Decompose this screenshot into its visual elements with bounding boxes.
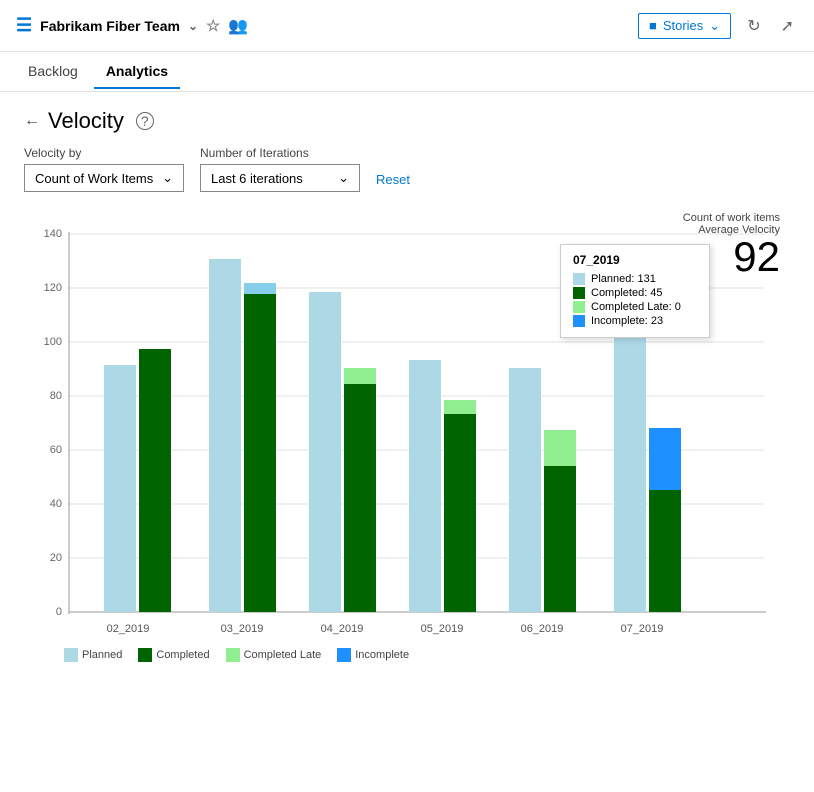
svg-text:20: 20 — [50, 552, 62, 564]
svg-text:03_2019: 03_2019 — [221, 623, 264, 635]
bar-06-planned — [509, 368, 541, 612]
tooltip-planned-label: Planned: 131 — [591, 273, 656, 285]
svg-text:120: 120 — [44, 282, 62, 294]
svg-text:80: 80 — [50, 390, 62, 402]
info-icon[interactable]: ? — [136, 112, 154, 130]
legend-completed-late-label: Completed Late — [244, 649, 322, 661]
team-chevron-icon[interactable]: ⌄ — [188, 19, 198, 33]
members-icon[interactable]: 👥 — [228, 16, 248, 36]
svg-text:60: 60 — [50, 444, 62, 456]
favorite-icon[interactable]: ☆ — [206, 16, 220, 36]
velocity-by-dropdown[interactable]: Count of Work Items ⌄ — [24, 164, 184, 192]
tooltip-planned-color — [573, 273, 585, 285]
iterations-group: Number of Iterations Last 6 iterations ⌄ — [200, 146, 360, 192]
team-name: Fabrikam Fiber Team — [40, 18, 180, 34]
bar-03-planned — [209, 259, 241, 612]
bar-02-completed — [139, 349, 171, 612]
svg-text:06_2019: 06_2019 — [521, 623, 564, 635]
legend-completed-label: Completed — [156, 649, 209, 661]
fullscreen-button[interactable]: ➚ — [777, 12, 798, 40]
tooltip-incomplete-label: Incomplete: 23 — [591, 315, 663, 327]
bar-04-completed-late — [344, 368, 376, 384]
legend-planned-color — [64, 648, 78, 662]
tooltip-planned-row: Planned: 131 — [573, 273, 697, 285]
svg-text:0: 0 — [56, 606, 62, 618]
chart-legend: Planned Completed Completed Late Incompl… — [24, 648, 790, 662]
iterations-value: Last 6 iterations — [211, 171, 303, 186]
velocity-by-group: Velocity by Count of Work Items ⌄ — [24, 146, 184, 192]
legend-incomplete: Incomplete — [337, 648, 409, 662]
svg-text:40: 40 — [50, 498, 62, 510]
legend-planned: Planned — [64, 648, 122, 662]
back-button[interactable]: ← — [24, 112, 40, 130]
legend-planned-label: Planned — [82, 649, 122, 661]
refresh-button[interactable]: ↻ — [743, 12, 764, 40]
reset-button[interactable]: Reset — [376, 167, 410, 192]
tooltip-completed-late-color — [573, 301, 585, 313]
legend-incomplete-color — [337, 648, 351, 662]
svg-text:140: 140 — [44, 228, 62, 240]
svg-text:04_2019: 04_2019 — [321, 623, 364, 635]
tooltip-incomplete-row: Incomplete: 23 — [573, 315, 697, 327]
bar-06-completed — [544, 466, 576, 612]
chart-tooltip: 07_2019 Planned: 131 Completed: 45 Compl… — [560, 244, 710, 338]
tooltip-incomplete-color — [573, 315, 585, 327]
bar-03-completed — [244, 294, 276, 612]
iterations-label: Number of Iterations — [200, 146, 360, 160]
legend-completed-late-color — [226, 648, 240, 662]
bar-02-planned — [104, 365, 136, 612]
svg-text:05_2019: 05_2019 — [421, 623, 464, 635]
tooltip-completed-row: Completed: 45 — [573, 287, 697, 299]
bar-04-planned — [309, 292, 341, 612]
tooltip-completed-late-label: Completed Late: 0 — [591, 301, 681, 313]
page-content: ← Velocity ? Velocity by Count of Work I… — [0, 92, 814, 678]
velocity-by-chevron-icon: ⌄ — [162, 170, 173, 186]
svg-text:02_2019: 02_2019 — [107, 623, 150, 635]
tooltip-completed-label: Completed: 45 — [591, 287, 663, 299]
stories-label: Stories — [663, 18, 703, 33]
legend-incomplete-label: Incomplete — [355, 649, 409, 661]
legend-completed-late: Completed Late — [226, 648, 322, 662]
iterations-dropdown[interactable]: Last 6 iterations ⌄ — [200, 164, 360, 192]
svg-text:100: 100 — [44, 336, 62, 348]
page-title: Velocity — [48, 108, 124, 134]
chart-container: Count of work items Average Velocity 92 — [24, 212, 790, 662]
bar-06-completed-late — [544, 430, 576, 466]
bar-05-completed-late — [444, 400, 476, 414]
tooltip-completed-color — [573, 287, 585, 299]
chart-area: 0 20 40 60 80 100 120 140 — [24, 212, 790, 642]
breadcrumb-row: ← Velocity ? — [24, 108, 790, 134]
bar-05-completed — [444, 414, 476, 612]
bar-07-incomplete — [649, 428, 681, 490]
controls-row: Velocity by Count of Work Items ⌄ Number… — [24, 146, 790, 192]
team-name-area: ☰ Fabrikam Fiber Team ⌄ ☆ 👥 — [16, 15, 248, 36]
velocity-by-label: Velocity by — [24, 146, 184, 160]
bar-04-completed — [344, 384, 376, 612]
tab-backlog[interactable]: Backlog — [16, 55, 90, 89]
stories-chevron-icon: ⌄ — [709, 18, 720, 34]
bar-05-planned — [409, 360, 441, 612]
bar-03-top — [244, 283, 276, 294]
legend-completed-color — [138, 648, 152, 662]
bar-07-completed — [649, 490, 681, 612]
iterations-chevron-icon: ⌄ — [338, 170, 349, 186]
tooltip-title: 07_2019 — [573, 253, 697, 267]
tooltip-completed-late-row: Completed Late: 0 — [573, 301, 697, 313]
velocity-by-value: Count of Work Items — [35, 171, 153, 186]
stories-icon: ■ — [649, 18, 657, 33]
nav-tabs: Backlog Analytics — [0, 52, 814, 92]
top-right-actions: ■ Stories ⌄ ↻ ➚ — [638, 12, 798, 40]
top-bar: ☰ Fabrikam Fiber Team ⌄ ☆ 👥 ■ Stories ⌄ … — [0, 0, 814, 52]
team-icon: ☰ — [16, 15, 32, 36]
stories-dropdown-button[interactable]: ■ Stories ⌄ — [638, 13, 731, 39]
svg-text:07_2019: 07_2019 — [621, 623, 664, 635]
legend-completed: Completed — [138, 648, 209, 662]
tab-analytics[interactable]: Analytics — [94, 55, 180, 89]
